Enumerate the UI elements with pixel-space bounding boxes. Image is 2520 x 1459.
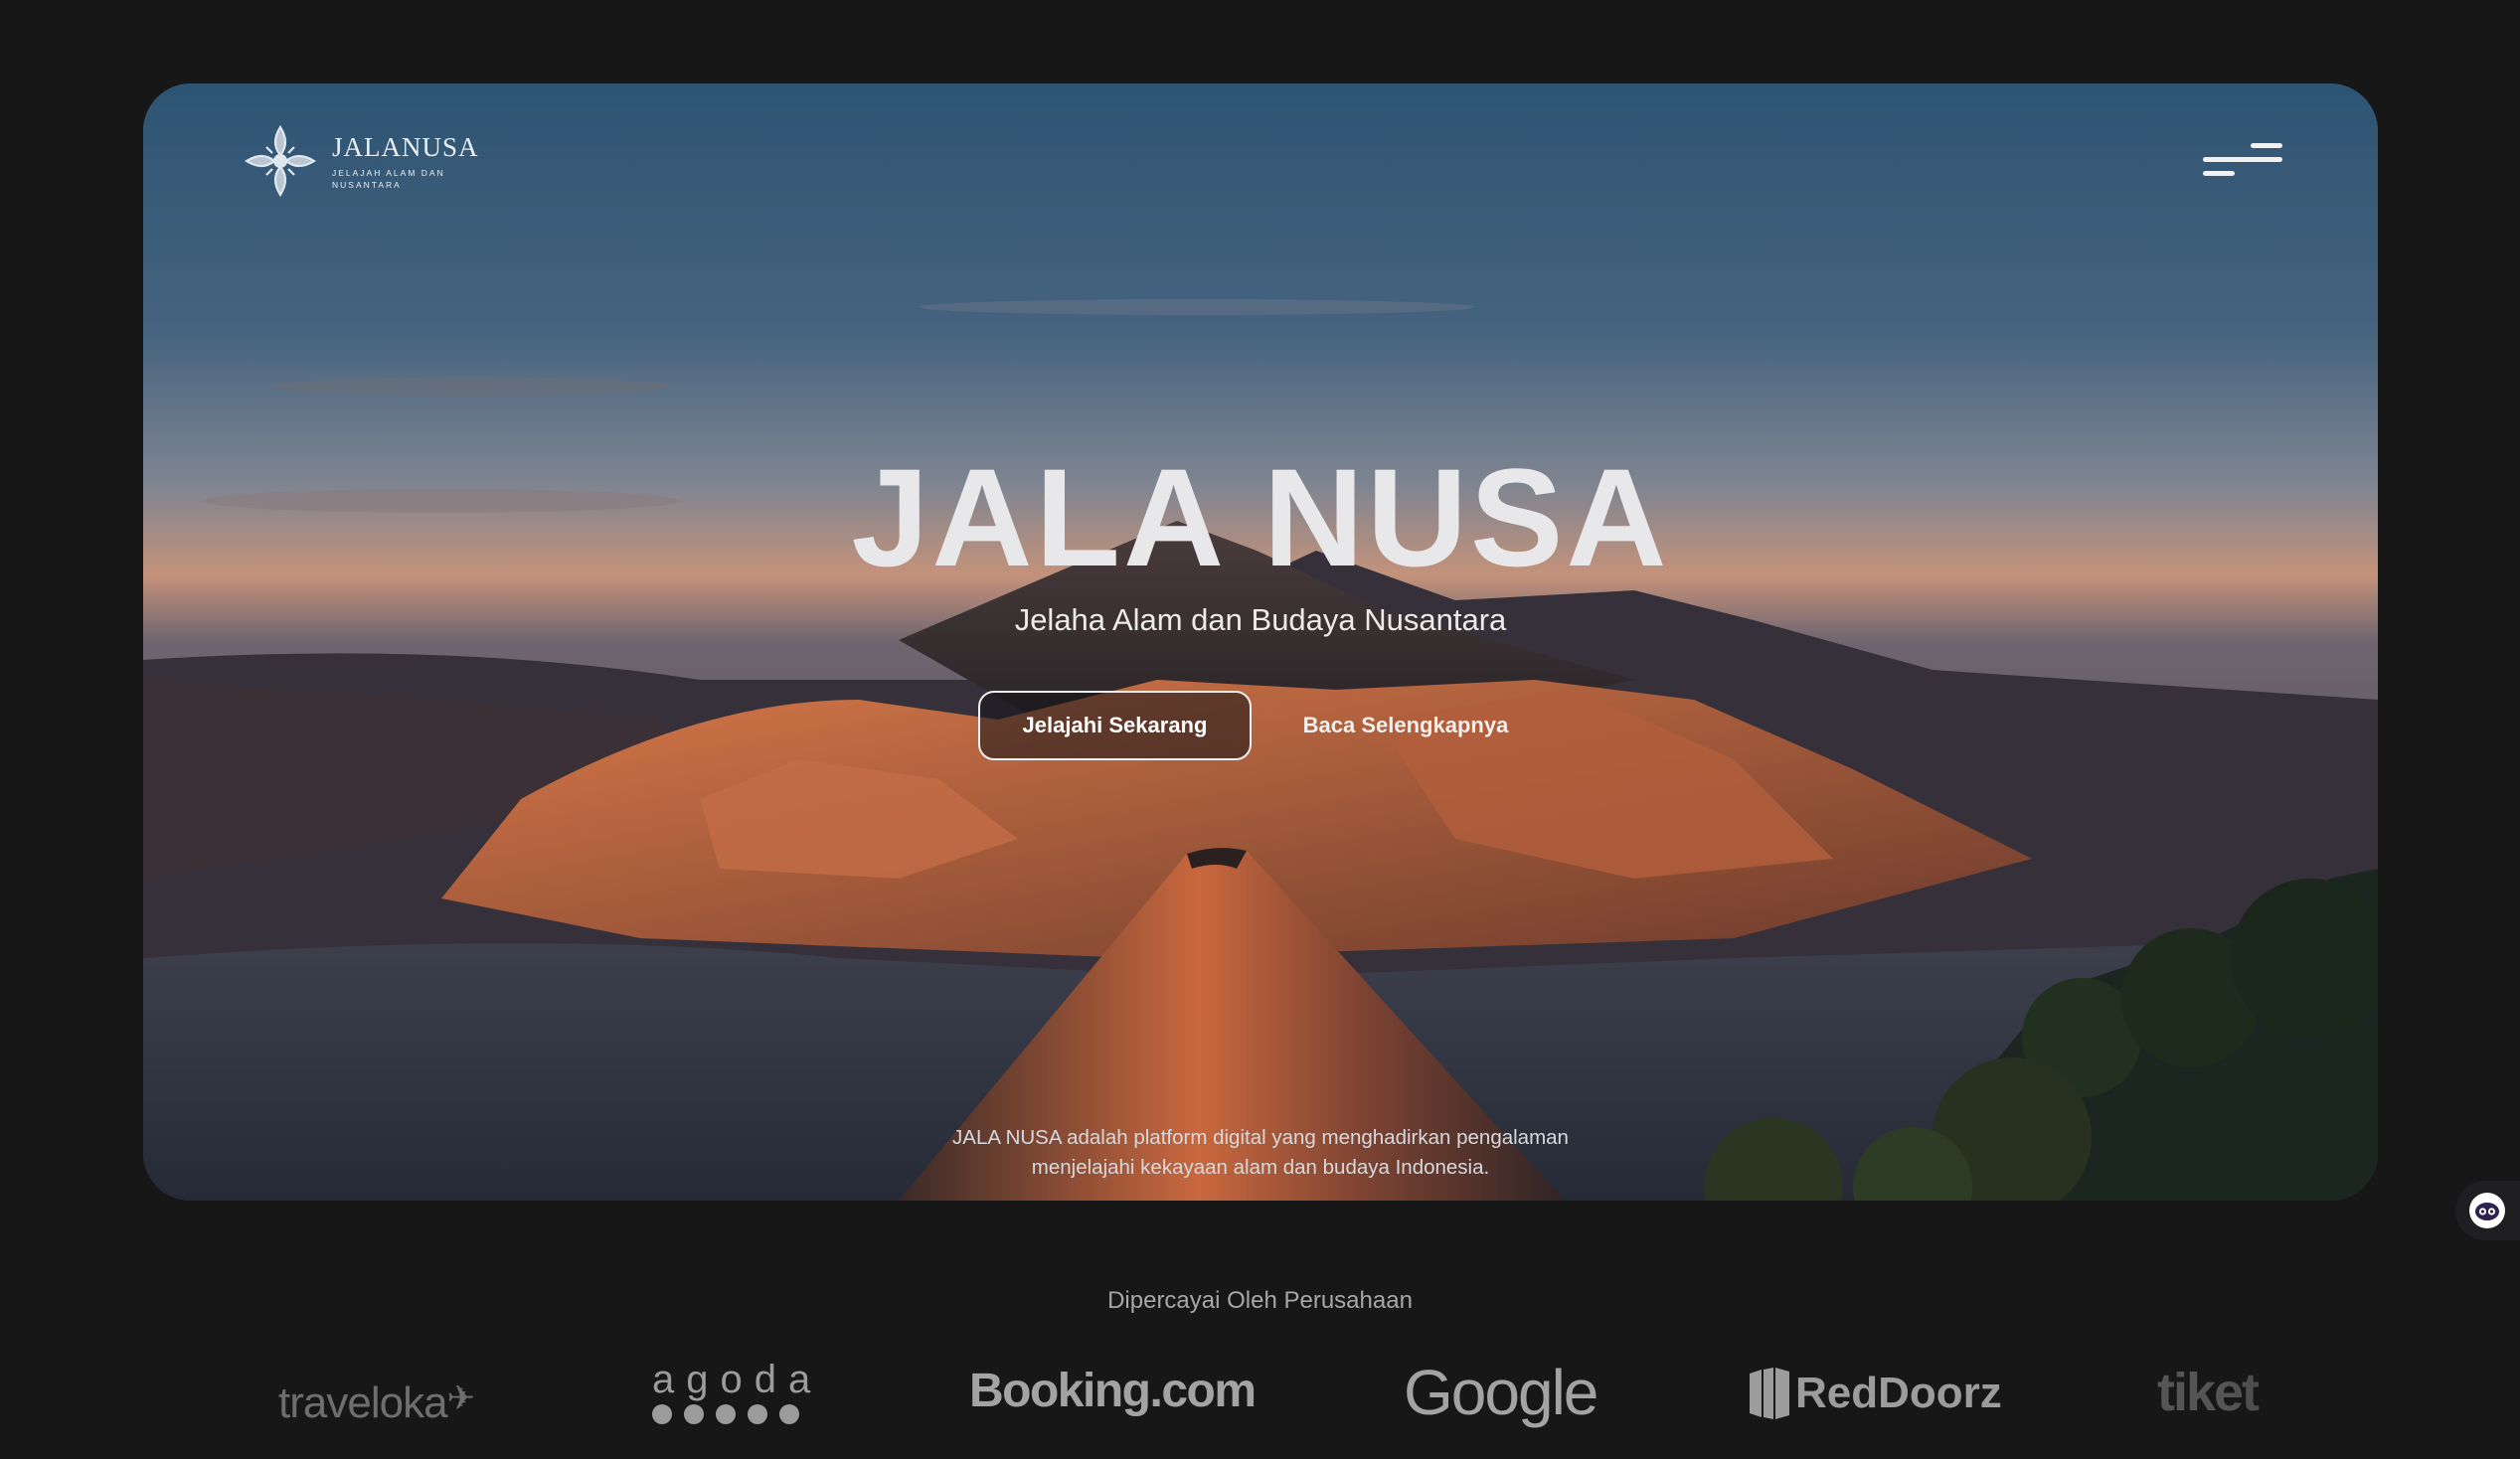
chat-button[interactable] — [2455, 1181, 2520, 1240]
partner-logo-reddoorz: RedDoorz — [1748, 1366, 2002, 1421]
partner-logo-traveloka: traveloka✈ — [278, 1378, 475, 1428]
menu-button[interactable] — [2203, 139, 2282, 181]
hamburger-menu-icon — [2203, 143, 2282, 176]
partner-logos: traveloka✈ agoda Booking.com Google RedD… — [0, 1352, 2520, 1451]
logo-name: JALANUSA — [332, 131, 479, 162]
agoda-dots-icon — [652, 1404, 822, 1424]
logos-fade-overlay — [2227, 1332, 2520, 1459]
hero-description: JALA NUSA adalah platform digital yang m… — [143, 1123, 2378, 1183]
partner-agoda-label: agoda — [652, 1358, 823, 1401]
site-logo[interactable]: JALANUSA JELAJAH ALAM DAN NUSANTARA — [243, 123, 479, 199]
door-icon — [1750, 1368, 1789, 1419]
hero-description-line2: menjelajahi kekayaan alam dan budaya Ind… — [1031, 1156, 1490, 1179]
flower-ornament-icon — [244, 124, 317, 198]
partner-traveloka-label: traveloka — [278, 1378, 448, 1427]
partner-logo-agoda: agoda — [652, 1358, 822, 1424]
chat-bot-icon — [2469, 1193, 2505, 1228]
explore-now-button[interactable]: Jelajahi Sekarang — [978, 691, 1252, 760]
trusted-heading: Dipercayai Oleh Perusahaan — [1107, 1287, 1413, 1314]
hero-title: JALA NUSA — [851, 439, 1670, 595]
hero-subtitle: Jelaha Alam dan Budaya Nusantara — [1014, 602, 1507, 637]
partner-logo-google: Google — [1404, 1357, 1598, 1428]
hero-section: JALANUSA JELAJAH ALAM DAN NUSANTARA JALA… — [143, 83, 2378, 1201]
partner-logo-booking: Booking.com — [969, 1365, 1257, 1417]
partner-reddoorz-label: RedDoorz — [1795, 1369, 2002, 1417]
hero-background-image — [143, 83, 2378, 1201]
hero-description-line1: JALA NUSA adalah platform digital yang m… — [952, 1126, 1569, 1149]
bird-icon: ✈ — [446, 1379, 475, 1417]
logo-tagline: JELAJAH ALAM DAN NUSANTARA — [332, 167, 445, 190]
read-more-button[interactable]: Baca Selengkapnya — [1286, 691, 1525, 760]
